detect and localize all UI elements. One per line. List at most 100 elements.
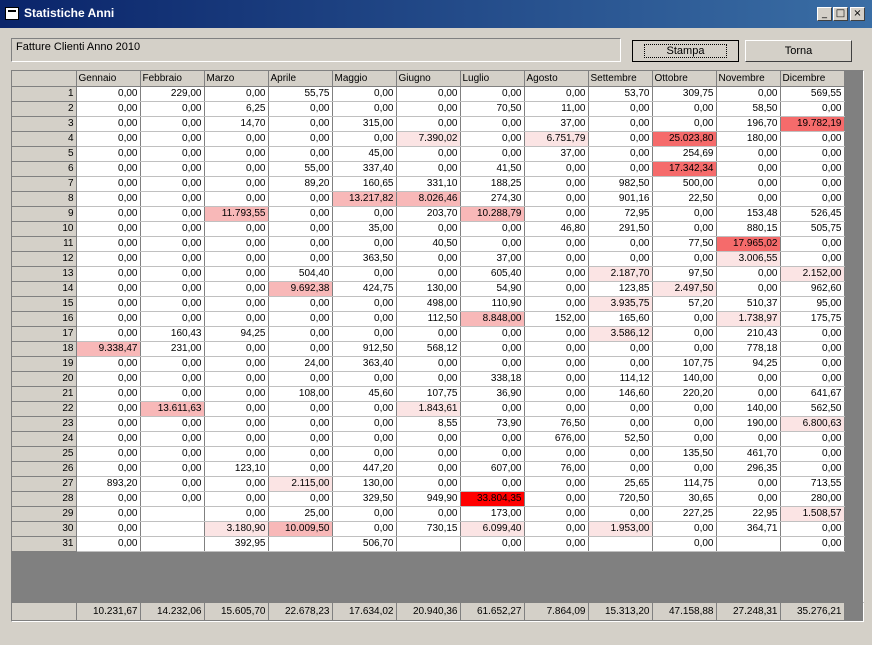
- grid-cell[interactable]: 231,00: [140, 341, 205, 357]
- grid-cell[interactable]: 498,00: [396, 296, 461, 312]
- table-row[interactable]: 3 0,00 0,00 14,70 0,00 315,00 0,00 0,00 37,00 0,0…: [12, 116, 845, 132]
- grid-cell[interactable]: 3.586,12: [588, 326, 653, 342]
- grid-cell[interactable]: 0,00: [76, 146, 141, 162]
- grid-cell[interactable]: 53,70: [588, 86, 653, 102]
- grid-cell[interactable]: 130,00: [332, 476, 397, 492]
- grid-cell[interactable]: 0,00: [76, 311, 141, 327]
- column-header[interactable]: Agosto: [524, 71, 589, 87]
- grid-cell[interactable]: 526,45: [780, 206, 845, 222]
- grid-cell[interactable]: 0,00: [76, 191, 141, 207]
- grid-cell[interactable]: 0,00: [140, 281, 205, 297]
- grid-cell[interactable]: 0,00: [332, 266, 397, 282]
- grid-cell[interactable]: 17.342,34: [652, 161, 717, 177]
- grid-cell[interactable]: [396, 536, 461, 552]
- table-row[interactable]: 26 0,00 0,00 123,10 0,00 447,20 0,00 607,00 76,0…: [12, 461, 845, 477]
- grid-cell[interactable]: 0,00: [76, 236, 141, 252]
- grid-cell[interactable]: 37,00: [460, 251, 525, 267]
- grid-cell[interactable]: 45,60: [332, 386, 397, 402]
- grid-cell[interactable]: 0,00: [524, 191, 589, 207]
- table-row[interactable]: 20 0,00 0,00 0,00 0,00 0,00 0,00 338,18 0,00 114,…: [12, 371, 845, 387]
- grid-cell[interactable]: 0,00: [76, 491, 141, 507]
- grid-cell[interactable]: 0,00: [588, 461, 653, 477]
- grid-cell[interactable]: 13.217,82: [332, 191, 397, 207]
- grid-cell[interactable]: [140, 536, 205, 552]
- grid-cell[interactable]: 0,00: [652, 221, 717, 237]
- grid-cell[interactable]: 6,25: [204, 101, 269, 117]
- grid-cell[interactable]: 114,75: [652, 476, 717, 492]
- grid-cell[interactable]: 210,43: [716, 326, 781, 342]
- grid-cell[interactable]: 0,00: [332, 326, 397, 342]
- grid-cell[interactable]: 0,00: [140, 191, 205, 207]
- grid-cell[interactable]: 505,75: [780, 221, 845, 237]
- grid-cell[interactable]: 447,20: [332, 461, 397, 477]
- grid-cell[interactable]: 0,00: [588, 146, 653, 162]
- table-row[interactable]: 29 0,00 0,00 25,00 0,00 0,00 173,00 0,00 0,00 227…: [12, 506, 845, 522]
- grid-cell[interactable]: 0,00: [204, 221, 269, 237]
- grid-cell[interactable]: 76,00: [524, 461, 589, 477]
- grid-cell[interactable]: 0,00: [204, 146, 269, 162]
- grid-cell[interactable]: 0,00: [588, 116, 653, 132]
- table-row[interactable]: 10 0,00 0,00 0,00 0,00 35,00 0,00 0,00 46,80 291,…: [12, 221, 845, 237]
- grid-cell[interactable]: 0,00: [716, 431, 781, 447]
- grid-cell[interactable]: 0,00: [460, 401, 525, 417]
- grid-cell[interactable]: 0,00: [204, 401, 269, 417]
- grid-cell[interactable]: 364,71: [716, 521, 781, 537]
- grid-cell[interactable]: 0,00: [588, 161, 653, 177]
- grid-cell[interactable]: 912,50: [332, 341, 397, 357]
- grid-cell[interactable]: 9.338,47: [76, 341, 141, 357]
- grid-cell[interactable]: 0,00: [140, 116, 205, 132]
- grid-cell[interactable]: 10.288,79: [460, 206, 525, 222]
- grid-cell[interactable]: 0,00: [140, 236, 205, 252]
- grid-cell[interactable]: 0,00: [396, 461, 461, 477]
- grid-cell[interactable]: 0,00: [332, 131, 397, 147]
- grid-cell[interactable]: 0,00: [204, 356, 269, 372]
- grid-cell[interactable]: 152,00: [524, 311, 589, 327]
- grid-cell[interactable]: 0,00: [268, 416, 333, 432]
- grid-cell[interactable]: 3.180,90: [204, 521, 269, 537]
- table-row[interactable]: 13 0,00 0,00 0,00 504,40 0,00 0,00 605,40 0,00 2.…: [12, 266, 845, 282]
- grid-cell[interactable]: 0,00: [268, 341, 333, 357]
- grid-cell[interactable]: 97,50: [652, 266, 717, 282]
- grid-cell[interactable]: 19.782,19: [780, 116, 845, 132]
- grid-cell[interactable]: 510,37: [716, 296, 781, 312]
- grid-cell[interactable]: 0,00: [396, 266, 461, 282]
- grid-cell[interactable]: 203,70: [396, 206, 461, 222]
- grid-cell[interactable]: 0,00: [204, 341, 269, 357]
- grid-cell[interactable]: 0,00: [268, 326, 333, 342]
- grid-cell[interactable]: 165,60: [588, 311, 653, 327]
- grid-cell[interactable]: 146,60: [588, 386, 653, 402]
- grid-cell[interactable]: 0,00: [460, 476, 525, 492]
- grid-cell[interactable]: 0,00: [524, 161, 589, 177]
- grid-cell[interactable]: 315,00: [332, 116, 397, 132]
- grid-cell[interactable]: 0,00: [716, 476, 781, 492]
- grid-cell[interactable]: 0,00: [268, 431, 333, 447]
- grid-cell[interactable]: 0,00: [140, 146, 205, 162]
- table-row[interactable]: 25 0,00 0,00 0,00 0,00 0,00 0,00 0,00 0,00 0,00 13…: [12, 446, 845, 462]
- grid-cell[interactable]: 0,00: [140, 491, 205, 507]
- grid-cell[interactable]: 0,00: [524, 326, 589, 342]
- grid-cell[interactable]: 0,00: [716, 191, 781, 207]
- grid-cell[interactable]: 0,00: [140, 221, 205, 237]
- grid-cell[interactable]: 0,00: [396, 476, 461, 492]
- grid-cell[interactable]: 1.843,61: [396, 401, 461, 417]
- grid-cell[interactable]: 107,75: [396, 386, 461, 402]
- grid-cell[interactable]: 0,00: [524, 281, 589, 297]
- grid-cell[interactable]: 227,25: [652, 506, 717, 522]
- table-row[interactable]: 30 0,00 3.180,90 10.009,50 0,00 730,15 6.099,4…: [12, 521, 845, 537]
- table-row[interactable]: 28 0,00 0,00 0,00 0,00 329,50 949,90 33.804,35 0…: [12, 491, 845, 507]
- grid-cell[interactable]: 0,00: [76, 176, 141, 192]
- grid-cell[interactable]: 0,00: [588, 416, 653, 432]
- grid-cell[interactable]: 0,00: [140, 356, 205, 372]
- grid-cell[interactable]: 0,00: [140, 446, 205, 462]
- grid-cell[interactable]: 0,00: [524, 536, 589, 552]
- grid-cell[interactable]: 0,00: [332, 311, 397, 327]
- grid-cell[interactable]: 8,55: [396, 416, 461, 432]
- grid-cell[interactable]: 180,00: [716, 131, 781, 147]
- grid-cell[interactable]: 0,00: [524, 446, 589, 462]
- grid-cell[interactable]: 0,00: [204, 446, 269, 462]
- grid-cell[interactable]: 0,00: [268, 461, 333, 477]
- grid-cell[interactable]: 0,00: [268, 116, 333, 132]
- grid-cell[interactable]: 54,90: [460, 281, 525, 297]
- grid-cell[interactable]: 0,00: [524, 371, 589, 387]
- grid-cell[interactable]: 0,00: [332, 371, 397, 387]
